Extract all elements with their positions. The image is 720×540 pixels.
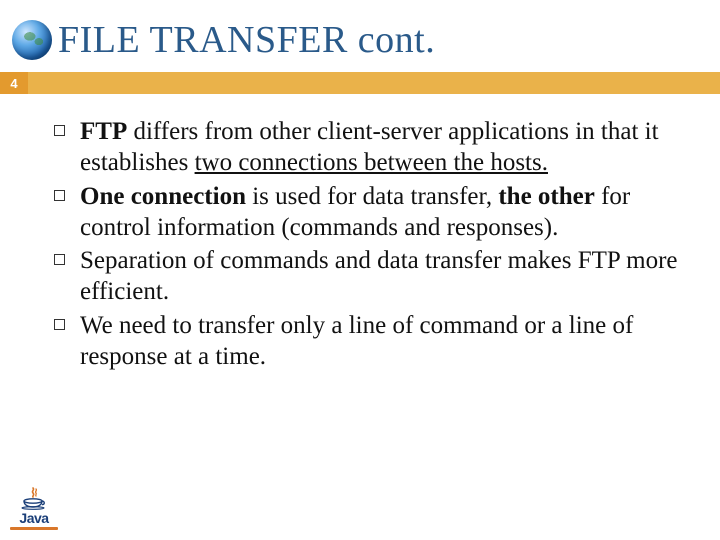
list-item: We need to transfer only a line of comma… — [52, 310, 680, 373]
bullet-text: We need to transfer only a line of comma… — [80, 312, 633, 370]
bullet-underlined: two connections between the hosts. — [195, 149, 548, 176]
list-item: One connection is used for data transfer… — [52, 181, 680, 244]
list-item: FTP differs from other client-server app… — [52, 116, 680, 179]
accent-bar: 4 — [0, 72, 720, 94]
bullet-list: FTP differs from other client-server app… — [52, 116, 680, 372]
bullet-bold: FTP — [80, 118, 127, 145]
accent-bar-fill — [28, 72, 720, 94]
bullet-bold: One connection — [80, 183, 246, 210]
bullet-text: Separation of commands and data transfer… — [80, 247, 678, 305]
bullet-bold: the other — [498, 183, 595, 210]
page-number: 4 — [0, 72, 28, 94]
header: FILE TRANSFER cont. — [0, 0, 720, 72]
list-item: Separation of commands and data transfer… — [52, 245, 680, 308]
bullet-text: is used for data transfer, — [246, 183, 498, 210]
coffee-cup-icon — [20, 486, 48, 508]
java-logo-underline — [10, 527, 58, 530]
java-logo: Java — [10, 486, 58, 530]
slide: FILE TRANSFER cont. 4 FTP differs from o… — [0, 0, 720, 540]
page-title: FILE TRANSFER cont. — [58, 18, 435, 62]
java-logo-text: Java — [10, 510, 58, 526]
globe-icon — [12, 20, 52, 60]
content-area: FTP differs from other client-server app… — [0, 94, 720, 372]
